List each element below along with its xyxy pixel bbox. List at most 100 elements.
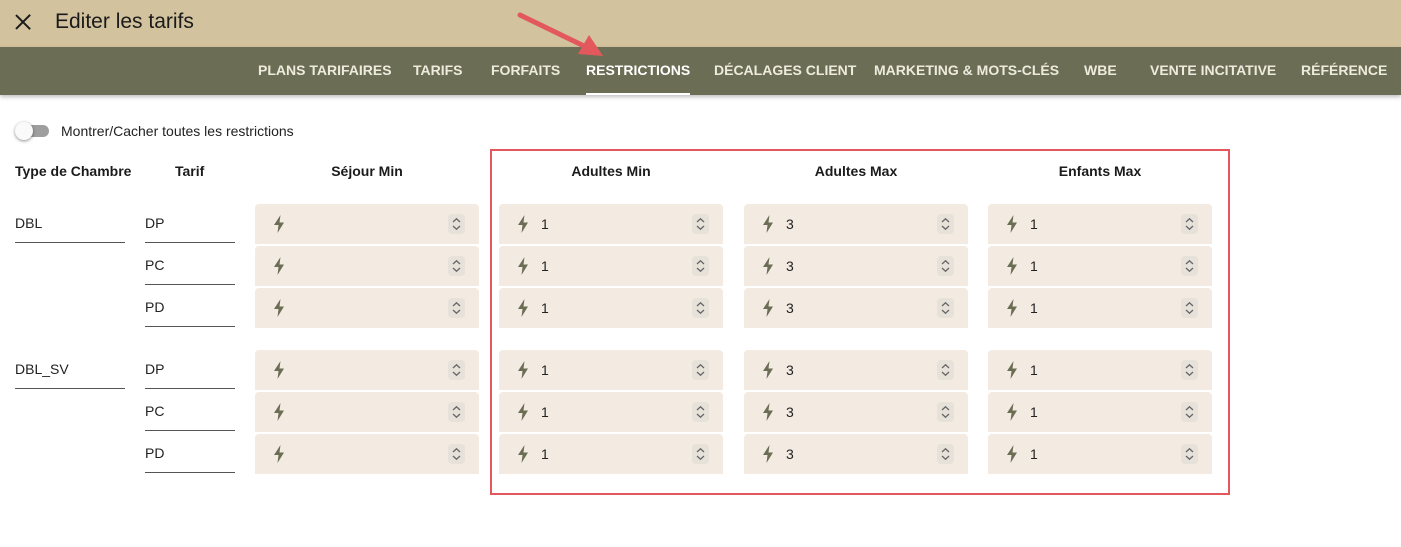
tab-restrictions[interactable]: RESTRICTIONS [586, 47, 691, 95]
tab-decalages-client[interactable]: DÉCALAGES CLIENT [714, 47, 856, 95]
column-header-tarif: Tarif [175, 163, 205, 179]
tab-forfaits[interactable]: FORFAITS [491, 47, 560, 95]
enfants-max-field[interactable]: 1 [988, 350, 1212, 390]
enfants-max-field[interactable]: 1 [988, 434, 1212, 474]
field-value: 1 [541, 362, 549, 378]
title-bar: Editer les tarifs [0, 0, 1401, 47]
adultes-max-field[interactable]: 3 [744, 350, 968, 390]
sejour-min-field[interactable] [255, 204, 479, 244]
lightning-bolt-icon [1006, 257, 1018, 275]
unfold-icon[interactable] [1181, 444, 1198, 464]
unfold-icon[interactable] [1181, 214, 1198, 234]
unfold-icon[interactable] [448, 214, 465, 234]
adultes-min-field[interactable]: 1 [499, 434, 723, 474]
show-restrictions-toggle[interactable] [15, 122, 51, 140]
unfold-icon[interactable] [692, 402, 709, 422]
unfold-icon[interactable] [1181, 298, 1198, 318]
lightning-bolt-icon [517, 445, 529, 463]
column-header-enfants-max: Enfants Max [1058, 163, 1142, 179]
column-header-sejour-min: Séjour Min [331, 163, 403, 179]
close-icon[interactable] [12, 11, 34, 33]
sejour-min-field[interactable] [255, 392, 479, 432]
tab-plans-tarifaires[interactable]: PLANS TARIFAIRES [258, 47, 392, 95]
tab-wbe[interactable]: WBE [1084, 47, 1117, 95]
lightning-bolt-icon [762, 299, 774, 317]
page-title: Editer les tarifs [55, 10, 194, 33]
lightning-bolt-icon [273, 361, 285, 379]
field-value: 1 [1030, 216, 1038, 232]
field-value: 3 [786, 362, 794, 378]
adultes-max-field[interactable]: 3 [744, 392, 968, 432]
enfants-max-field[interactable]: 1 [988, 392, 1212, 432]
field-value: 3 [786, 404, 794, 420]
toggle-label: Montrer/Cacher toutes les restrictions [61, 123, 294, 139]
field-value: 1 [541, 404, 549, 420]
sejour-min-field[interactable] [255, 350, 479, 390]
adultes-min-field[interactable]: 1 [499, 204, 723, 244]
lightning-bolt-icon [273, 403, 285, 421]
tab-reference[interactable]: RÉFÉRENCE [1301, 47, 1387, 95]
field-value: 3 [786, 216, 794, 232]
unfold-icon[interactable] [937, 444, 954, 464]
unfold-icon[interactable] [692, 444, 709, 464]
enfants-max-field[interactable]: 1 [988, 246, 1212, 286]
lightning-bolt-icon [762, 215, 774, 233]
unfold-icon[interactable] [1181, 402, 1198, 422]
unfold-icon[interactable] [448, 360, 465, 380]
tab-vente-incitative[interactable]: VENTE INCITATIVE [1150, 47, 1276, 95]
adultes-min-field[interactable]: 1 [499, 288, 723, 328]
lightning-bolt-icon [517, 403, 529, 421]
unfold-icon[interactable] [937, 256, 954, 276]
room-type-label: DBL [15, 204, 125, 243]
lightning-bolt-icon [1006, 445, 1018, 463]
lightning-bolt-icon [1006, 215, 1018, 233]
unfold-icon[interactable] [1181, 256, 1198, 276]
lightning-bolt-icon [273, 257, 285, 275]
adultes-max-field[interactable]: 3 [744, 204, 968, 244]
unfold-icon[interactable] [692, 214, 709, 234]
adultes-max-field[interactable]: 3 [744, 434, 968, 474]
unfold-icon[interactable] [692, 256, 709, 276]
unfold-icon[interactable] [448, 298, 465, 318]
tab-tarifs[interactable]: TARIFS [413, 47, 463, 95]
unfold-icon[interactable] [937, 214, 954, 234]
unfold-icon[interactable] [1181, 360, 1198, 380]
column-header-room-type: Type de Chambre [15, 163, 132, 179]
column-header-adultes-min: Adultes Min [571, 163, 651, 179]
unfold-icon[interactable] [692, 298, 709, 318]
lightning-bolt-icon [762, 257, 774, 275]
lightning-bolt-icon [1006, 361, 1018, 379]
adultes-max-field[interactable]: 3 [744, 246, 968, 286]
adultes-min-field[interactable]: 1 [499, 350, 723, 390]
sejour-min-field[interactable] [255, 246, 479, 286]
tarif-label: PD [145, 288, 235, 327]
lightning-bolt-icon [762, 445, 774, 463]
unfold-icon[interactable] [937, 402, 954, 422]
adultes-min-field[interactable]: 1 [499, 246, 723, 286]
unfold-icon[interactable] [448, 256, 465, 276]
enfants-max-field[interactable]: 1 [988, 288, 1212, 328]
sejour-min-field[interactable] [255, 288, 479, 328]
lightning-bolt-icon [517, 215, 529, 233]
lightning-bolt-icon [1006, 403, 1018, 421]
lightning-bolt-icon [1006, 299, 1018, 317]
field-value: 1 [541, 216, 549, 232]
unfold-icon[interactable] [937, 360, 954, 380]
tarif-label: PC [145, 392, 235, 431]
tarif-label: DP [145, 204, 235, 243]
adultes-max-field[interactable]: 3 [744, 288, 968, 328]
adultes-min-field[interactable]: 1 [499, 392, 723, 432]
field-value: 1 [541, 258, 549, 274]
unfold-icon[interactable] [448, 444, 465, 464]
lightning-bolt-icon [762, 403, 774, 421]
sejour-min-field[interactable] [255, 434, 479, 474]
tab-marketing-mots-cles[interactable]: MARKETING & MOTS-CLÉS [874, 47, 1059, 95]
column-header-adultes-max: Adultes Max [814, 163, 898, 179]
lightning-bolt-icon [517, 257, 529, 275]
enfants-max-field[interactable]: 1 [988, 204, 1212, 244]
unfold-icon[interactable] [937, 298, 954, 318]
tarif-label: PD [145, 434, 235, 473]
lightning-bolt-icon [273, 299, 285, 317]
unfold-icon[interactable] [448, 402, 465, 422]
unfold-icon[interactable] [692, 360, 709, 380]
